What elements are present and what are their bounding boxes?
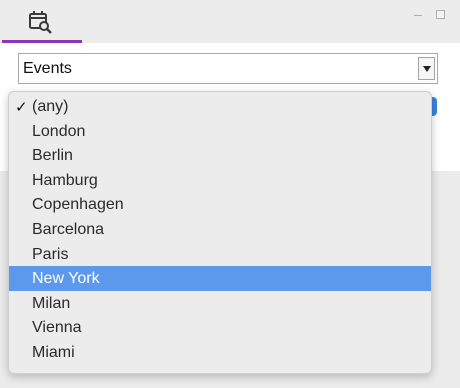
type-select[interactable]: Events	[18, 53, 438, 84]
option-label: Hamburg	[32, 171, 98, 189]
panel: Events ✓ (any) London Berlin Hamburg Cop…	[0, 0, 460, 388]
dropdown-option[interactable]: ✓ (any)	[9, 94, 431, 119]
tab-events[interactable]	[0, 0, 82, 43]
option-label: London	[32, 122, 86, 140]
dropdown-option[interactable]: Milan	[9, 291, 431, 316]
dropdown-option[interactable]: Paris	[9, 242, 431, 267]
dropdown-option[interactable]: Miami	[9, 340, 431, 365]
dropdown-option[interactable]: Berlin	[9, 143, 431, 168]
dropdown-option[interactable]: Barcelona	[9, 217, 431, 242]
chevron-down-icon[interactable]	[418, 57, 435, 80]
option-label: (any)	[32, 98, 69, 115]
maximize-icon[interactable]	[436, 10, 446, 20]
dropdown-option[interactable]: London	[9, 119, 431, 144]
option-label: Copenhagen	[32, 196, 124, 214]
option-label: Berlin	[32, 147, 73, 165]
option-label: Miami	[32, 344, 75, 361]
dropdown-option[interactable]: Hamburg	[9, 168, 431, 193]
option-label: New York	[32, 270, 100, 288]
option-label: Vienna	[32, 319, 82, 337]
panel-header	[0, 0, 460, 43]
checkmark-icon: ✓	[15, 99, 28, 116]
option-label: Paris	[32, 245, 69, 263]
dropdown-option[interactable]: Copenhagen	[9, 192, 431, 217]
type-select-value: Events	[23, 60, 72, 77]
option-label: Barcelona	[32, 221, 105, 238]
calendar-search-icon	[28, 9, 54, 35]
dropdown-option[interactable]: Vienna	[9, 315, 431, 340]
minimize-icon[interactable]	[413, 10, 423, 20]
dropdown-option-highlighted[interactable]: New York	[9, 266, 431, 291]
option-label: Milan	[32, 294, 71, 312]
city-dropdown-menu: ✓ (any) London Berlin Hamburg Copenhagen…	[8, 91, 432, 374]
